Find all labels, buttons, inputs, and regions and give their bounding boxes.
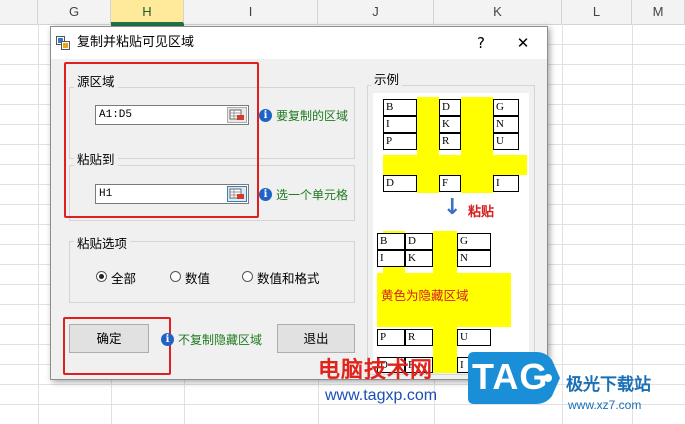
column-header-g[interactable]: G xyxy=(38,0,111,24)
example-cell: K xyxy=(405,250,433,267)
column-header-row: G H I J K L M xyxy=(0,0,685,25)
column-header-m[interactable]: M xyxy=(632,0,685,24)
column-header-k[interactable]: K xyxy=(434,0,562,24)
column-header-i[interactable]: I xyxy=(184,0,318,24)
example-cell: R xyxy=(405,329,433,346)
example-cell: D xyxy=(439,99,461,116)
brand-name: 极光下载站 xyxy=(566,375,651,395)
example-label: 示例 xyxy=(371,69,403,88)
exit-button[interactable]: 退出 xyxy=(277,324,355,353)
dialog-titlebar[interactable]: 复制并粘贴可见区域 ? ✕ xyxy=(51,27,547,59)
arrow-down-icon: ↓ xyxy=(443,195,462,220)
hidden-row-band xyxy=(383,155,527,175)
dialog-title: 复制并粘贴可见区域 xyxy=(77,35,195,50)
column-header-h[interactable]: H xyxy=(111,0,184,24)
option-values-format-radio[interactable] xyxy=(242,271,253,282)
highlight-box-inputs xyxy=(64,62,259,218)
example-cell: B xyxy=(383,99,417,116)
source-info-icon: i xyxy=(259,109,272,122)
example-cell: U xyxy=(493,133,519,150)
copy-paste-visible-dialog: 复制并粘贴可见区域 ? ✕ 源区域 A1:D5 i 要复制的区域 粘贴到 H1 … xyxy=(50,26,548,380)
tag-logo: TAG xyxy=(466,346,562,410)
example-cell: B xyxy=(377,233,405,250)
example-cell: D xyxy=(383,175,417,192)
column-header-l[interactable]: L xyxy=(562,0,632,24)
paste-caption: 粘贴 xyxy=(468,205,495,220)
hidden-column-band xyxy=(417,97,439,193)
help-button[interactable]: ? xyxy=(461,27,501,59)
source-hint: 要复制的区域 xyxy=(276,109,349,123)
watermark-site-name: 电脑技术网 xyxy=(318,358,434,383)
example-cell: U xyxy=(457,329,491,346)
option-all-radio[interactable] xyxy=(96,271,107,282)
paste-to-info-icon: i xyxy=(259,188,272,201)
example-cell: N xyxy=(493,116,519,133)
option-values-format-label[interactable]: 数值和格式 xyxy=(257,268,320,287)
example-cell: G xyxy=(493,99,519,116)
example-cell: I xyxy=(383,116,417,133)
example-cell: P xyxy=(377,329,405,346)
example-cell: F xyxy=(439,175,461,192)
no-hidden-hint: 不复制隐藏区域 xyxy=(178,333,263,347)
example-cell: I xyxy=(493,175,519,192)
hidden-column-band xyxy=(461,97,493,193)
paste-options-label: 粘贴选项 xyxy=(74,233,131,252)
no-hidden-info-icon: i xyxy=(161,333,174,346)
option-values-radio[interactable] xyxy=(170,271,181,282)
paste-to-hint: 选一个单元格 xyxy=(276,188,349,202)
app-icon xyxy=(56,36,70,50)
column-header-j[interactable]: J xyxy=(318,0,434,24)
watermark-site-url: www.tagxp.com xyxy=(325,387,438,404)
example-cell: I xyxy=(377,250,405,267)
example-cell: N xyxy=(457,250,491,267)
option-values-label[interactable]: 数值 xyxy=(185,268,210,287)
brand-url: www.xz7.com xyxy=(568,398,642,412)
example-panel: B D G I K N P R U D F I ↓ 粘贴 B D G I K N… xyxy=(373,93,529,373)
close-icon: ✕ xyxy=(516,34,530,52)
highlight-box-ok xyxy=(63,317,171,375)
example-cell: R xyxy=(439,133,461,150)
example-cell: D xyxy=(405,233,433,250)
close-button[interactable]: ✕ xyxy=(503,27,543,59)
example-cell: P xyxy=(383,133,417,150)
option-all-label[interactable]: 全部 xyxy=(111,268,136,287)
hidden-area-caption: 黄色为隐藏区域 xyxy=(381,288,469,303)
example-cell: K xyxy=(439,116,461,133)
tag-logo-text: TAG xyxy=(472,356,549,397)
example-cell: G xyxy=(457,233,491,250)
column-header-blank xyxy=(0,0,38,24)
